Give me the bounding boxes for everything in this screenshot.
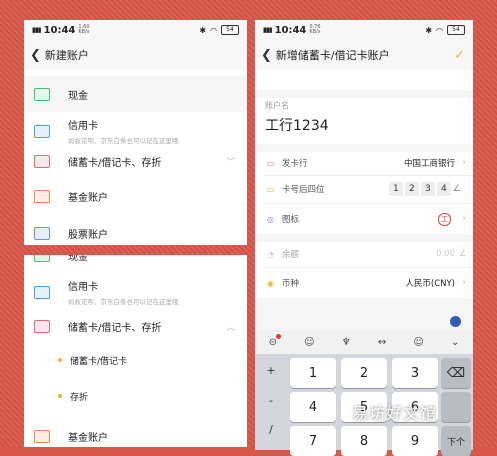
key-1[interactable]: 1 [290, 358, 336, 388]
emoji-keyboard-icon[interactable]: ☺ [304, 337, 314, 348]
row-divider [265, 203, 473, 204]
last4-digits: 1 2 3 4 ∠ [387, 182, 461, 196]
bullet-dot [58, 394, 62, 398]
credit-card-icon [34, 285, 50, 299]
currency-row[interactable]: ◉ 币种 人民币(CNY) › [255, 272, 473, 294]
bank-value: 中国工商银行 [403, 159, 455, 169]
account-type-debit-card[interactable]: 储蓄卡/借记卡、存折 ﹀ [24, 144, 247, 178]
minus-key[interactable]: - [257, 394, 285, 407]
bank-row[interactable]: ▭ 发卡行 中国工商银行 › [255, 152, 473, 174]
microphone-icon[interactable]: ♆ [342, 337, 351, 348]
card-icon: ▭ [266, 184, 275, 194]
subtype-passbook[interactable]: 存折 [24, 381, 247, 411]
credit-card-icon [34, 124, 50, 138]
fund-icon [34, 429, 50, 443]
cash-icon [34, 87, 50, 101]
bluetooth-icon: ✱ [425, 25, 433, 35]
assistant-icon[interactable] [450, 316, 461, 327]
status-time: 10:44 [274, 24, 307, 36]
smiley-icon[interactable]: ☺ [413, 337, 423, 348]
bluetooth-icon: ✱ [199, 25, 207, 35]
watermark: 易坊好文馆 [352, 404, 438, 423]
key-9[interactable]: 9 [392, 426, 438, 456]
subtype-debit-card[interactable]: 储蓄卡/借记卡 [24, 345, 247, 375]
slash-key[interactable]: / [257, 423, 285, 436]
divider [255, 144, 473, 152]
cash-icon [34, 255, 50, 262]
caret-icon: ∠ [458, 249, 467, 259]
balance-value: 0.00 [436, 249, 455, 259]
account-type-fund[interactable]: 基金账户 [24, 179, 247, 213]
card-last4-row[interactable]: ▭ 卡号后四位 1 2 3 4 ∠ [255, 178, 473, 200]
bank-logo-icon: 工 [438, 212, 451, 226]
key-8[interactable]: 8 [341, 426, 387, 456]
bullet-dot [58, 358, 62, 362]
chevron-up-icon: ︿ [225, 322, 235, 333]
battery-icon: 54 [221, 25, 239, 35]
keyboard-switch-icon[interactable]: ⊝ [269, 333, 281, 348]
currency-icon: ◉ [267, 278, 274, 288]
space-key[interactable] [441, 392, 471, 422]
cursor-move-icon[interactable]: ↔ [378, 337, 386, 348]
chevron-right-icon: › [462, 278, 466, 288]
page-title: 新增储蓄卡/借记卡账户 [275, 49, 390, 62]
backspace-icon: ⌫ [446, 365, 466, 381]
wifi-icon: ◠ [436, 25, 443, 35]
net-speed: 1.60 KB/s [78, 24, 90, 35]
key-2[interactable]: 2 [341, 358, 387, 388]
numeric-keyboard: ⊝ ☺ ♆ ↔ ☺ ⌄ + - / 1 2 3 ⌫ 4 5 6 7 8 9 下个 [255, 330, 473, 456]
key-7[interactable]: 7 [290, 426, 336, 456]
debit-card-icon [34, 154, 50, 168]
balance-icon: ◔ [267, 249, 274, 259]
divider [255, 298, 473, 330]
caret-icon: ∠ [452, 184, 461, 194]
nav-bar: ❮ 新建账户 [24, 40, 247, 70]
battery-icon: 54 [447, 25, 465, 35]
chevron-right-icon: › [462, 158, 466, 168]
account-type-cash[interactable]: 现金 [24, 76, 247, 112]
debit-card-icon [34, 319, 50, 333]
account-name-label: 账户名 [265, 101, 289, 110]
confirm-check-icon[interactable]: ✓ [454, 48, 465, 63]
palette-icon: ◎ [267, 214, 274, 224]
balance-row[interactable]: ◔ 余额 0.00 ∠ [255, 243, 473, 265]
collapse-keyboard-icon[interactable]: ⌄ [451, 337, 459, 348]
stock-icon [34, 226, 50, 240]
status-bar: ▮▮▮ 10:44 0.76 KB/s ✱ ◠ 54 [255, 20, 473, 40]
chevron-down-icon: ﹀ [225, 157, 235, 168]
row-divider [265, 175, 473, 176]
signal-icon: ▮▮▮ [263, 26, 273, 34]
back-icon[interactable]: ❮ [30, 48, 41, 63]
status-bar: ▮▮▮ 10:44 1.60 KB/s ✱ ◠ 54 [24, 20, 247, 40]
account-type-fund[interactable]: 基金账户 [24, 419, 247, 447]
fund-icon [34, 189, 50, 203]
chevron-right-icon: › [462, 214, 466, 224]
page-title: 新建账户 [44, 49, 89, 62]
signal-icon: ▮▮▮ [32, 26, 42, 34]
account-type-stock[interactable]: 股票账户 [24, 216, 247, 245]
key-4[interactable]: 4 [290, 392, 336, 422]
keyboard-toolbar: ⊝ ☺ ♆ ↔ ☺ ⌄ [255, 330, 473, 354]
status-time: 10:44 [43, 24, 76, 36]
backspace-key[interactable]: ⌫ [441, 358, 471, 388]
key-3[interactable]: 3 [392, 358, 438, 388]
account-type-credit-card[interactable]: 信用卡 蚂蚁花呗、京东白条也可以记在这里哦 [24, 273, 247, 311]
left-bottom-screen: 现金 信用卡 蚂蚁花呗、京东白条也可以记在这里哦 储蓄卡/借记卡、存折 ︿ 储蓄… [24, 255, 247, 447]
account-type-cash[interactable]: 现金 [24, 255, 247, 263]
wifi-icon: ◠ [210, 25, 217, 35]
currency-value: 人民币(CNY) [405, 279, 455, 289]
net-speed: 0.76 KB/s [309, 24, 321, 35]
divider [255, 90, 473, 98]
back-icon[interactable]: ❮ [261, 48, 272, 63]
account-type-debit-card[interactable]: 储蓄卡/借记卡、存折 ︿ [24, 309, 247, 343]
account-name-input[interactable]: 工行1234 [265, 115, 329, 135]
nav-bar: ❮ 新增储蓄卡/借记卡账户 ✓ [255, 40, 473, 70]
left-top-screen: ▮▮▮ 10:44 1.60 KB/s ✱ ◠ 54 ❮ 新建账户 现金 信用卡… [24, 20, 247, 245]
next-key[interactable]: 下个 [441, 426, 471, 456]
plus-key[interactable]: + [257, 364, 285, 377]
row-divider [265, 267, 473, 268]
divider [255, 234, 473, 242]
icon-row[interactable]: ◎ 图标 工 › [255, 208, 473, 230]
bank-icon: ▭ [266, 158, 275, 168]
